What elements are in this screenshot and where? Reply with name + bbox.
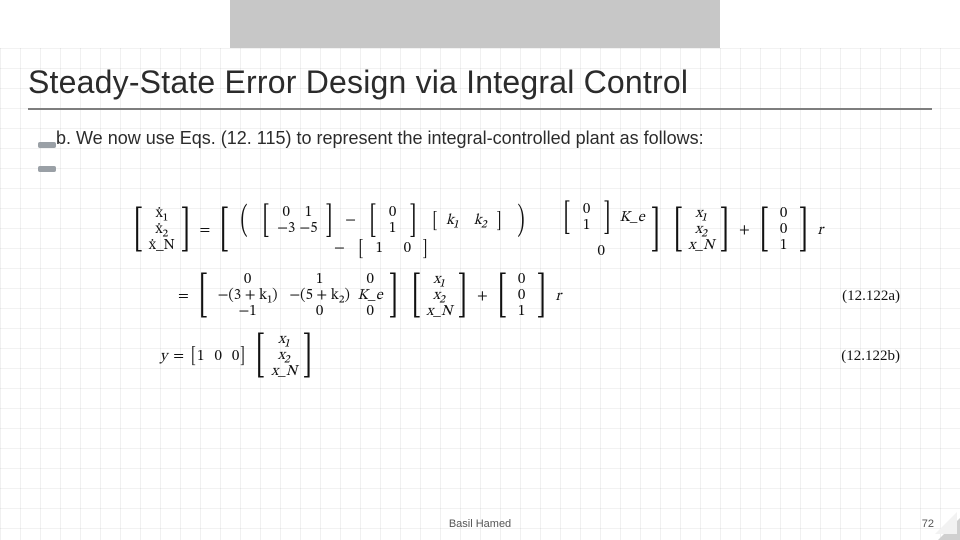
block-matrix-outer: [ ( [ 0−3 1−5 ] − [ 01 bbox=[216, 200, 663, 260]
footer-author: Basil Hamed bbox=[449, 518, 511, 530]
paragraph-b: b. We now use Eqs. (12. 115) to represen… bbox=[56, 126, 904, 150]
Br-vector: [ 0 0 1 ] bbox=[756, 206, 812, 254]
slide: Steady-State Error Design via Integral C… bbox=[0, 0, 960, 540]
y-label: y bbox=[160, 347, 167, 366]
C-row: [ 1 0 0 ] bbox=[190, 344, 246, 369]
title-underline bbox=[28, 108, 932, 110]
footer-page-number: 72 bbox=[922, 518, 934, 530]
A-expanded: [ 0 −(3 + k₁) −1 1 −(5 + k₂) 0 0 K_e 0 ] bbox=[195, 272, 402, 320]
margin-tick bbox=[38, 142, 56, 148]
corner-fold-icon bbox=[938, 518, 960, 540]
eq-number-a: (12.122a) bbox=[842, 288, 900, 305]
equation-block: [ ẋ₁ ẋ₂ ẋ_N ] = [ ( [ 0−3 1− bbox=[130, 200, 900, 392]
page-title: Steady-State Error Design via Integral C… bbox=[28, 64, 688, 101]
eq-number-b: (12.122b) bbox=[841, 348, 900, 365]
margin-tick bbox=[38, 166, 56, 172]
xdot-vector: [ ẋ₁ ẋ₂ ẋ_N ] bbox=[130, 206, 194, 254]
x-vector: [ x₁ x₂ x_N ] bbox=[670, 206, 734, 254]
equals-sign: = bbox=[200, 221, 211, 240]
